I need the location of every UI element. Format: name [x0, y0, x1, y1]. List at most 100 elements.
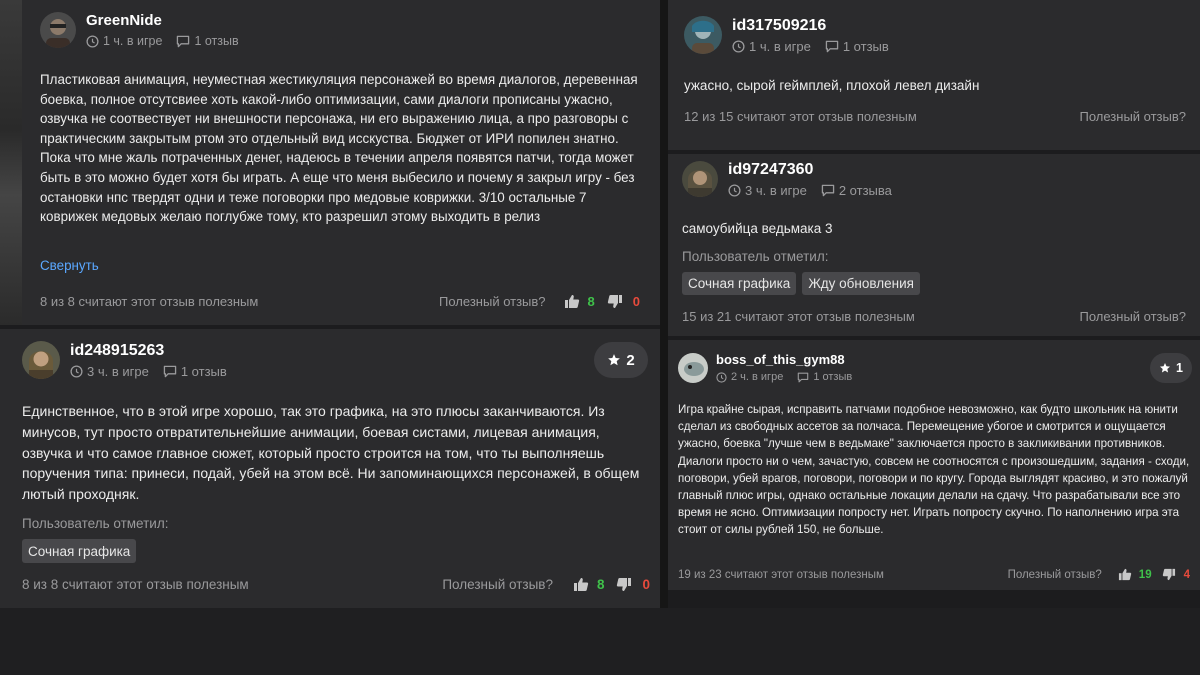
review-text: самоубийца ведьмака 3 [682, 221, 833, 236]
comment-icon [825, 40, 839, 53]
rating-badge: 2 [594, 342, 648, 378]
review-count[interactable]: 1 отзыв [176, 34, 239, 48]
playtime-text: 3 ч. в игре [745, 183, 807, 198]
clock-icon [732, 40, 745, 53]
review-header: id248915263 3 ч. в игре 1 отзыв [22, 341, 241, 379]
avatar[interactable] [678, 352, 708, 383]
review-card: id248915263 3 ч. в игре 1 отзыв 2 Единст… [0, 329, 660, 608]
dislike-count: 0 [642, 577, 650, 592]
review-footer: 15 из 21 считают этот отзыв полезным Пол… [682, 309, 1186, 324]
review-footer: 12 из 15 считают этот отзыв полезным Пол… [684, 109, 1186, 124]
column-gap [660, 0, 668, 675]
star-icon [1159, 362, 1176, 374]
username[interactable]: boss_of_this_gym88 [716, 352, 866, 368]
review-footer: 8 из 8 считают этот отзыв полезным Полез… [22, 577, 650, 592]
review-text: Единственное, что в этой игре хорошо, та… [22, 403, 640, 503]
avatar[interactable] [22, 341, 60, 379]
rating-badge: 1 [1150, 353, 1192, 383]
review-meta: 1 ч. в игре 1 отзыв [86, 34, 253, 48]
thumbs-up-icon[interactable] [573, 577, 589, 592]
clock-icon [716, 371, 727, 383]
review-meta: 2 ч. в игре 1 отзыв [716, 371, 866, 383]
vote-buttons: 8 0 [573, 577, 650, 592]
review-meta: 3 ч. в игре 1 отзыв [70, 364, 241, 379]
helpful-question: Полезный отзыв? [439, 294, 546, 309]
username[interactable]: id248915263 [70, 341, 241, 360]
review-count[interactable]: 1 отзыв [797, 371, 852, 383]
username[interactable]: GreenNide [86, 12, 253, 30]
tag[interactable]: Жду обновления [802, 272, 920, 295]
review-count[interactable]: 1 отзыв [163, 364, 227, 379]
helpful-stat: 19 из 23 считают этот отзыв полезным [678, 568, 884, 581]
review-card: id97247360 3 ч. в игре 2 отзыва самоубий… [668, 154, 1200, 336]
tags-label: Пользователь отметил: [22, 516, 169, 531]
helpful-stat: 8 из 8 считают этот отзыв полезным [22, 577, 249, 592]
thumbs-up-icon[interactable] [564, 294, 580, 309]
helpful-stat: 15 из 21 считают этот отзыв полезным [682, 309, 915, 324]
review-count[interactable]: 2 отзыва [821, 183, 892, 198]
review-card: id317509216 1 ч. в игре 1 отзыв ужасно, … [668, 0, 1200, 150]
review-card: GreenNide 1 ч. в игре 1 отзыв Пластикова… [22, 0, 660, 325]
review-header: id97247360 3 ч. в игре 2 отзыва [682, 160, 906, 198]
helpful-question[interactable]: Полезный отзыв? [1079, 109, 1186, 124]
helpful-question[interactable]: Полезный отзыв? [1079, 309, 1186, 324]
like-count: 19 [1138, 568, 1152, 581]
review-header: GreenNide 1 ч. в игре 1 отзыв [40, 12, 253, 48]
page-bottom-area [0, 608, 1200, 675]
review-text: ужасно, сырой геймплей, плохой левел диз… [684, 78, 980, 93]
thumbs-down-icon[interactable] [616, 577, 632, 592]
review-meta: 1 ч. в игре 1 отзыв [732, 39, 903, 54]
like-count: 8 [596, 577, 605, 592]
review-card: boss_of_this_gym88 2 ч. в игре 1 отзыв 1… [668, 340, 1200, 590]
star-icon [607, 353, 626, 367]
review-meta: 3 ч. в игре 2 отзыва [728, 183, 906, 198]
thumbs-down-icon[interactable] [607, 294, 623, 309]
playtime: 1 ч. в игре [732, 39, 811, 54]
background-image-strip [0, 0, 22, 325]
tag[interactable]: Сочная графика [22, 539, 137, 563]
user-tags: Сочная графика Жду обновления [682, 272, 926, 295]
clock-icon [728, 184, 741, 197]
avatar[interactable] [682, 161, 718, 197]
avatar[interactable] [40, 12, 76, 48]
playtime: 3 ч. в игре [70, 364, 149, 379]
helpful-question: Полезный отзыв? [442, 577, 553, 592]
review-count-text: 1 отзыв [180, 364, 227, 379]
review-count-text: 1 отзыв [813, 371, 853, 383]
playtime-text: 1 ч. в игре [749, 39, 811, 54]
rating-value: 1 [1176, 361, 1183, 375]
review-header: boss_of_this_gym88 2 ч. в игре 1 отзыв [678, 352, 866, 383]
review-text: Пластиковая анимация, неуместная жестику… [40, 72, 638, 225]
review-footer: 19 из 23 считают этот отзыв полезным Пол… [678, 568, 1190, 581]
tags-label: Пользователь отметил: [682, 249, 829, 264]
helpful-question: Полезный отзыв? [1007, 568, 1102, 581]
comment-icon [797, 372, 809, 383]
username[interactable]: id97247360 [728, 160, 906, 179]
user-tags: Сочная графика [22, 539, 142, 563]
review-count-text: 1 отзыв [842, 39, 889, 54]
thumbs-down-icon[interactable] [1162, 568, 1176, 581]
dislike-count: 0 [632, 294, 640, 309]
comment-icon [163, 365, 177, 378]
rating-value: 2 [626, 351, 635, 369]
helpful-stat: 8 из 8 считают этот отзыв полезным [40, 294, 259, 309]
review-count-text: 1 отзыв [194, 34, 239, 48]
thumbs-up-icon[interactable] [1118, 568, 1132, 581]
review-text: Игра крайне сырая, исправить патчами под… [678, 403, 1190, 537]
review-count[interactable]: 1 отзыв [825, 39, 889, 54]
clock-icon [86, 34, 99, 48]
username[interactable]: id317509216 [732, 16, 903, 35]
playtime: 2 ч. в игре [716, 371, 783, 383]
review-footer: 8 из 8 считают этот отзыв полезным Полез… [40, 294, 640, 309]
helpful-stat: 12 из 15 считают этот отзыв полезным [684, 109, 917, 124]
dislike-count: 4 [1183, 568, 1190, 581]
comment-icon [176, 35, 190, 48]
tag[interactable]: Сочная графика [682, 272, 797, 295]
clock-icon [70, 365, 83, 378]
playtime: 3 ч. в игре [728, 183, 807, 198]
review-count-text: 2 отзыва [838, 183, 892, 198]
comment-icon [821, 184, 835, 197]
avatar[interactable] [684, 16, 722, 54]
collapse-link[interactable]: Свернуть [40, 258, 99, 273]
playtime-text: 2 ч. в игре [731, 371, 784, 383]
